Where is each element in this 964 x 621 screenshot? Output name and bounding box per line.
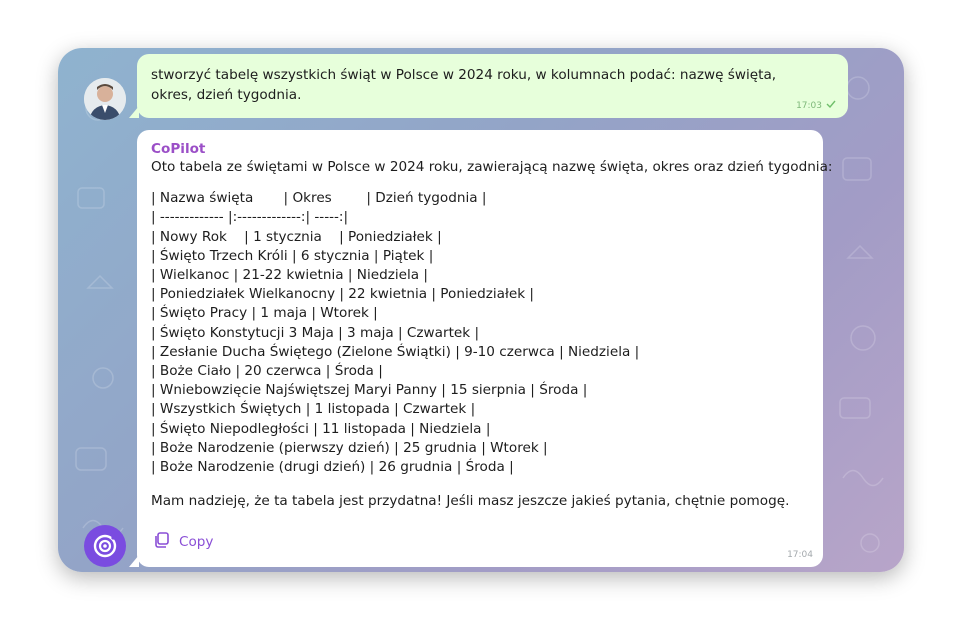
sender-name[interactable]: CoPilot [151, 140, 809, 158]
table-line: | Nazwa święta | Okres | Dzień tygodnia … [151, 190, 487, 207]
outgoing-message-meta: 17:03 [796, 100, 836, 111]
table-line: | Święto Niepodległości | 11 listopada |… [151, 420, 491, 437]
table-line: | Zesłanie Ducha Świętego (Zielone Świąt… [151, 343, 640, 360]
check-icon [826, 100, 836, 111]
table-line: | Boże Narodzenie (pierwszy dzień) | 25 … [151, 439, 548, 456]
closing-text: Mam nadzieję, że ta tabela jest przydatn… [151, 493, 790, 510]
outgoing-message[interactable]: stworzyć tabelę wszystkich świąt w Polsc… [137, 54, 848, 118]
incoming-message[interactable]: CoPilot Oto tabela ze świętami w Polsce … [137, 130, 833, 567]
outgoing-message-text: stworzyć tabelę wszystkich świąt w Polsc… [151, 67, 777, 103]
table-line: | Święto Pracy | 1 maja | Wtorek | [151, 305, 378, 322]
incoming-message-time: 17:04 [787, 550, 813, 560]
copy-icon [153, 531, 171, 553]
holiday-table-text: | Nazwa święta | Okres | Dzień tygodnia … [151, 189, 809, 477]
copilot-logo-icon[interactable] [84, 525, 126, 567]
table-line: | Wielkanoc | 21-22 kwietnia | Niedziela… [151, 267, 428, 284]
outgoing-message-time: 17:03 [796, 100, 822, 111]
copy-button[interactable]: Copy [153, 531, 213, 553]
user-avatar[interactable] [84, 78, 126, 120]
intro-text: Oto tabela ze świętami w Polsce w 2024 r… [151, 159, 833, 175]
table-line: | Święto Trzech Króli | 6 stycznia | Pią… [151, 247, 434, 264]
table-line: | Wniebowzięcie Najświętszej Maryi Panny… [151, 382, 588, 399]
copy-button-label: Copy [179, 534, 214, 550]
table-line: | Wszystkich Świętych | 1 listopada | Cz… [151, 401, 476, 418]
table-line: | Nowy Rok | 1 stycznia | Poniedziałek | [151, 228, 442, 245]
table-line: | Boże Narodzenie (drugi dzień) | 26 gru… [151, 459, 514, 476]
table-line: | Poniedziałek Wielkanocny | 22 kwietnia… [151, 286, 534, 303]
table-line: | ------------- |:-------------:| -----:… [151, 209, 349, 226]
table-line: | Boże Ciało | 20 czerwca | Środa | [151, 363, 383, 380]
table-line: | Święto Konstytucji 3 Maja | 3 maja | C… [151, 324, 480, 341]
